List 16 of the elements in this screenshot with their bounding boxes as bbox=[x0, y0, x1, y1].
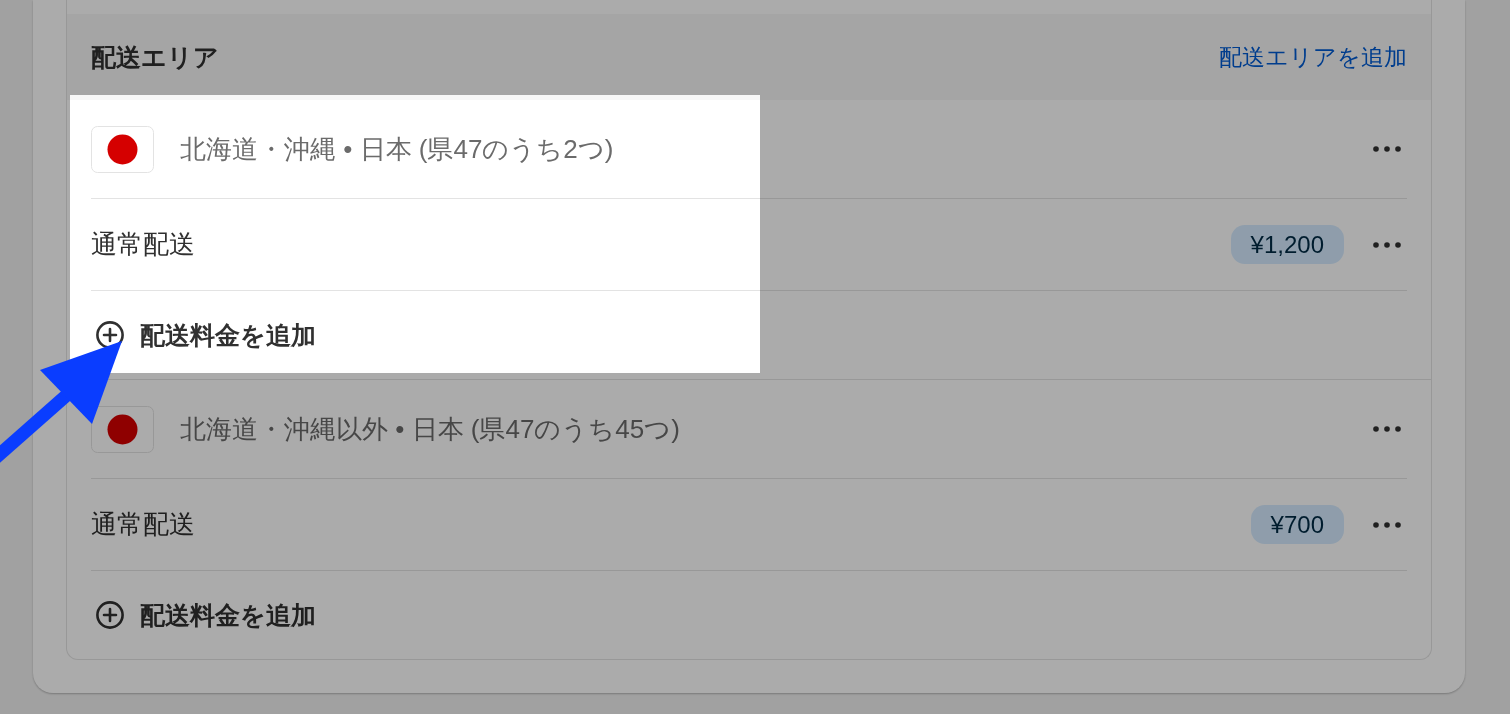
plus-circle-icon bbox=[96, 601, 124, 629]
more-icon[interactable] bbox=[1373, 241, 1401, 248]
rate-price: ¥1,200 bbox=[1230, 225, 1344, 264]
zone-name: 北海道・沖縄以外 • 日本 (県47のうち45つ) bbox=[180, 412, 680, 446]
zone-name: 北海道・沖縄 • 日本 (県47のうち2つ) bbox=[180, 132, 614, 166]
rate-name: 通常配送 bbox=[91, 508, 195, 541]
section-title: 配送エリア bbox=[91, 41, 219, 73]
add-zone-link[interactable]: 配送エリアを追加 bbox=[1219, 41, 1407, 73]
rate-price: ¥700 bbox=[1250, 505, 1344, 544]
rate-name: 通常配送 bbox=[91, 228, 195, 261]
flag-icon bbox=[91, 125, 154, 173]
flag-icon bbox=[91, 405, 154, 453]
more-icon[interactable] bbox=[1373, 426, 1401, 432]
more-icon[interactable] bbox=[1373, 146, 1401, 152]
add-rate-button[interactable]: 配送料金を追加 bbox=[91, 598, 316, 632]
more-icon[interactable] bbox=[1373, 521, 1401, 528]
